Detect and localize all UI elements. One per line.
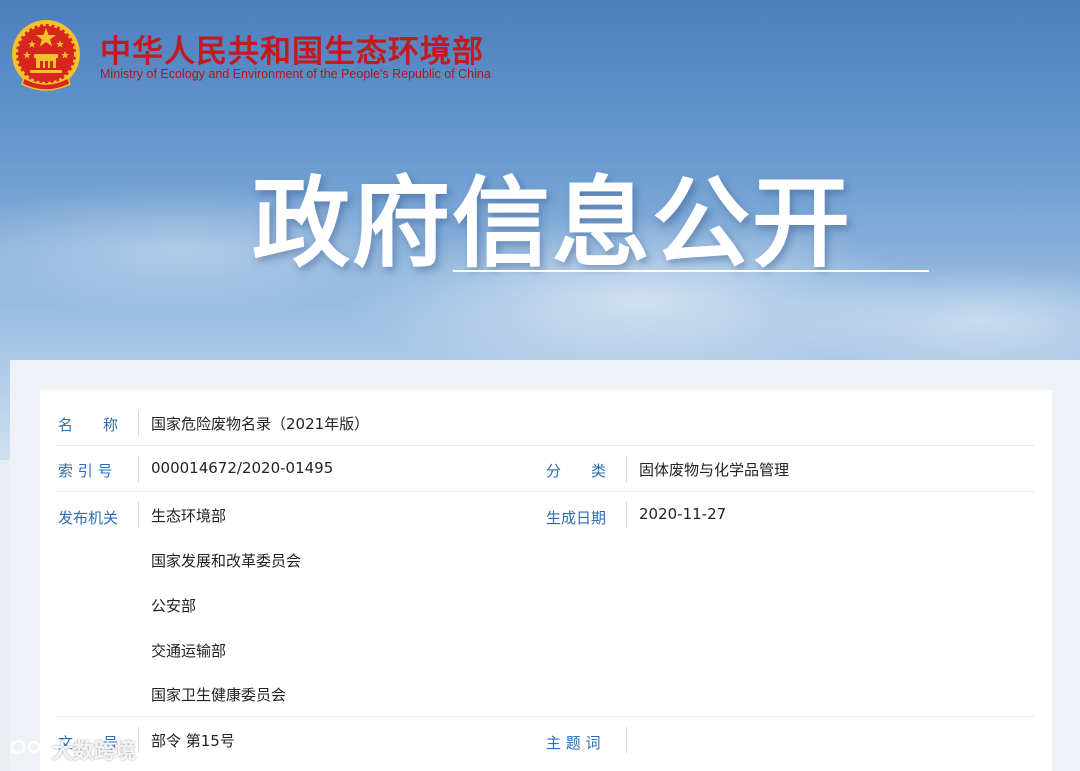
doc-index-label: 索 引 号	[58, 462, 113, 480]
hero-underline	[453, 270, 929, 272]
doc-issuer-item: 公安部	[151, 597, 197, 615]
doc-date-label: 生成日期	[546, 509, 607, 527]
divider	[626, 502, 627, 528]
national-emblem-icon[interactable]	[10, 18, 82, 94]
doc-subject-label: 主 题 词	[546, 734, 601, 752]
doc-date-value: 2020-11-27	[639, 505, 727, 523]
doc-category-label: 分 类	[546, 462, 607, 480]
divider	[138, 456, 139, 482]
doc-issuer-item: 国家卫生健康委员会	[151, 686, 287, 704]
watermark-text: 大数跨境	[52, 739, 136, 763]
wechat-channel-icon	[8, 737, 49, 764]
doc-number-value: 部令 第15号	[151, 732, 235, 750]
site-name[interactable]: 中华人民共和国生态环境部	[100, 26, 484, 71]
divider	[138, 410, 139, 436]
doc-issuer-label: 发布机关	[58, 509, 119, 527]
doc-issuer-item: 生态环境部	[151, 507, 227, 525]
doc-index-value: 000014672/2020-01495	[151, 459, 334, 477]
doc-issuer-item: 交通运输部	[151, 642, 227, 660]
divider	[138, 502, 139, 528]
divider	[626, 727, 627, 753]
page-hero-title: 政府信息公开	[252, 167, 853, 281]
divider	[138, 727, 139, 753]
divider	[626, 456, 627, 482]
doc-name-value: 国家危险废物名录（2021年版）	[151, 415, 370, 433]
doc-issuer-item: 国家发展和改革委员会	[151, 552, 302, 570]
site-name-english[interactable]: Ministry of Ecology and Environment of t…	[100, 67, 491, 81]
doc-category-value: 固体废物与化学品管理	[639, 461, 790, 479]
watermark: 大数跨境	[8, 735, 136, 765]
doc-name-label: 名 称	[58, 416, 119, 434]
